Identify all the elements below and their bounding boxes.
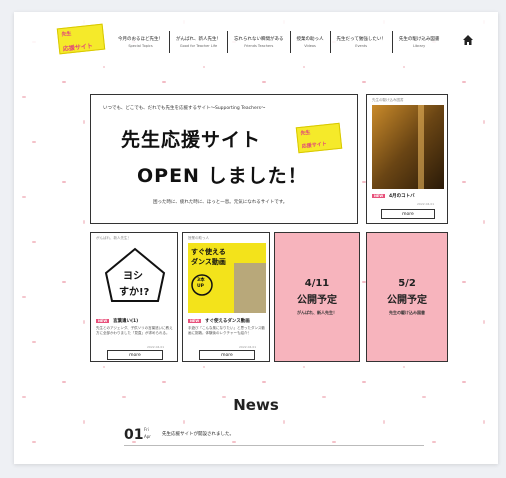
article-card[interactable]: 授業の助っ人 すぐ使える ダンス動画 3本 UP NEW すぐ使えるダンス動画 … — [182, 232, 270, 362]
upcoming-date: 5/2 — [398, 278, 416, 289]
card-description: 先生とのアジェンダ、子供ソリの言葉遣いに教え方に全部かわりました「見直」が求めら… — [96, 326, 173, 335]
thumb-text-2: すか!? — [119, 287, 150, 298]
card-title: 言葉遣い(1) — [113, 319, 139, 324]
card-category: 先生の駆け込み図書 — [372, 98, 404, 102]
nav-label: 先生の駆け込み図書 — [398, 37, 440, 42]
nav-label: がんばれ、新人先生！ — [176, 37, 222, 42]
news-month: Apr — [144, 434, 151, 439]
thumb-text-3: 3本 — [197, 278, 205, 283]
hero-headline-2: OPEN しました！ — [137, 165, 308, 187]
hero-footer-text: 困った時に、疲れた時に、ほっと一息。元気になれるサイトです。 — [153, 200, 288, 205]
site-header: 先生 応援サイト 今月のおるほど先生！ Special Topics がんばれ、… — [14, 12, 498, 56]
nav-item-special-topics[interactable]: 今月のおるほど先生！ Special Topics — [112, 31, 169, 53]
nav-sublabel: Library — [412, 44, 426, 48]
nav-item-library[interactable]: 先生の駆け込み図書 Library — [391, 31, 446, 53]
side-article-card[interactable]: 先生の駆け込み図書 NEW 4月のコトバ 2022.04.01 more — [366, 94, 448, 224]
thumb-text-1: すぐ使える — [191, 248, 226, 256]
article-card[interactable]: がんばれ、新人先生！ ヨシ すか!? NEW 言葉遣い(1) 先生とのアジェンダ… — [90, 232, 178, 362]
nav-sublabel: Videos — [304, 44, 316, 48]
card-date: 2022.04.01 — [239, 345, 257, 349]
upcoming-label: 公開予定 — [387, 295, 427, 306]
card-title: 4月のコトバ — [389, 194, 415, 199]
nav-item-events[interactable]: 先生だって勉強したい！ Events — [329, 31, 392, 53]
news-day: 01 — [124, 427, 144, 443]
hero-headline-1: 先生応援サイト — [121, 129, 262, 151]
nav-item-videos[interactable]: 授業の助っ人 Videos — [289, 31, 330, 53]
nav-item-friends-teachers[interactable]: 忘れられない瞬間がある Friends Teachers — [227, 31, 290, 53]
page: 先生 応援サイト 今月のおるほど先生！ Special Topics がんばれ、… — [14, 12, 498, 464]
nav-item-new-teacher[interactable]: がんばれ、新人先生！ Good for Teacher Life — [169, 31, 227, 53]
upcoming-date: 4/11 — [304, 278, 330, 289]
card-date: 2022.04.01 — [417, 202, 435, 206]
home-icon[interactable] — [462, 34, 474, 46]
new-badge: NEW — [96, 319, 110, 323]
more-button[interactable]: more — [107, 350, 163, 360]
upcoming-sub: がんばれ、新人先生！ — [296, 310, 338, 315]
nav-sublabel: Special Topics — [128, 44, 153, 48]
card-category: 授業の助っ人 — [188, 236, 209, 240]
upcoming-card: 4/11 公開予定 がんばれ、新人先生！ — [274, 232, 360, 362]
thumb-text-1: ヨシ — [123, 271, 143, 282]
article-thumbnail — [372, 105, 444, 189]
hero-badge: 先生 応援サイト — [295, 122, 343, 154]
new-badge: NEW — [372, 194, 386, 198]
hero-banner[interactable]: いつでも、どこでも、だれでも先生を応援するサイト～Supporting Teac… — [90, 94, 358, 224]
more-button[interactable]: more — [381, 209, 435, 219]
news-weekday: Fri — [144, 427, 149, 432]
nav-sublabel: Friends Teachers — [244, 44, 274, 48]
nav-label: 忘れられない瞬間がある — [234, 37, 284, 42]
upcoming-label: 公開予定 — [297, 295, 337, 306]
logo-line2: 応援サイト — [62, 42, 94, 53]
card-category: がんばれ、新人先生！ — [96, 236, 132, 240]
main-nav: 今月のおるほど先生！ Special Topics がんばれ、新人先生！ Goo… — [112, 31, 445, 53]
hero-badge-line2: 応援サイト — [301, 141, 328, 150]
news-heading: News — [233, 396, 279, 414]
card-date: 2022.04.01 — [147, 345, 165, 349]
thumb-text-4: UP — [197, 284, 204, 289]
logo-line1: 先生 — [61, 30, 72, 39]
new-badge: NEW — [188, 319, 202, 323]
news-item[interactable]: 01 Fri Apr 先生応援サイトが開設されました。 — [124, 426, 424, 446]
card-description: 手遊び「こんな風になりたい」と思ったダンス動画に挑戦。体験後のレクチャーも紹介！ — [188, 326, 265, 335]
hero-badge-line1: 先生 — [300, 129, 311, 137]
thumb-text-2: ダンス動画 — [191, 258, 226, 266]
nav-label: 授業の助っ人 — [296, 37, 324, 42]
more-button[interactable]: more — [199, 350, 255, 360]
news-text[interactable]: 先生応援サイトが開設されました。 — [162, 431, 234, 437]
nav-label: 先生だって勉強したい！ — [336, 37, 386, 42]
card-title: すぐ使えるダンス動画 — [205, 319, 250, 324]
upcoming-card: 5/2 公開予定 先生の駆け込み図書 — [366, 232, 448, 362]
site-logo[interactable]: 先生 応援サイト — [56, 23, 106, 55]
nav-sublabel: Good for Teacher Life — [179, 44, 218, 48]
nav-label: 今月のおるほど先生！ — [118, 37, 163, 42]
nav-sublabel: Events — [355, 44, 368, 48]
hero-tagline: いつでも、どこでも、だれでも先生を応援するサイト～Supporting Teac… — [103, 106, 266, 111]
upcoming-sub: 先生の駆け込み図書 — [389, 310, 425, 315]
